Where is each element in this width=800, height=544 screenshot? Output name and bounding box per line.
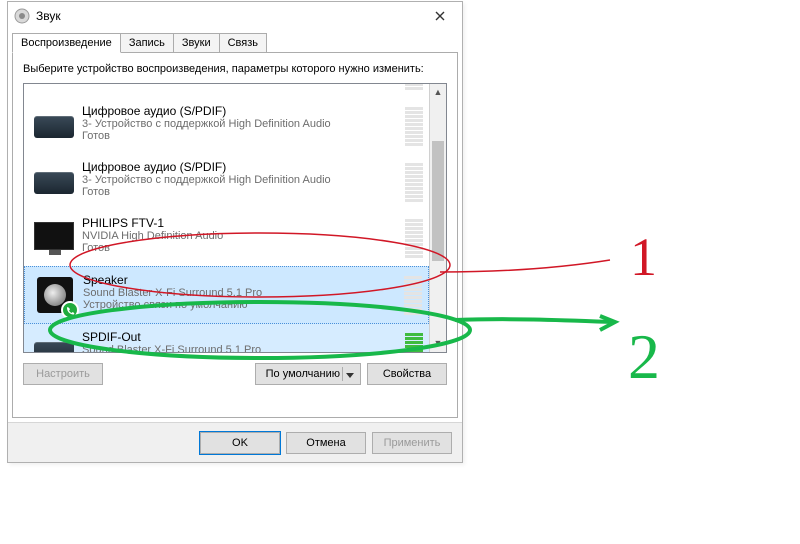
- device-icon-speaker: [33, 273, 77, 317]
- device-item[interactable]: Цифровое аудио (S/PDIF) 3- Устройство с …: [24, 98, 429, 154]
- device-item-default[interactable]: SPDIF-Out Sound Blaster X-Fi Surround 5.…: [24, 324, 429, 352]
- properties-button[interactable]: Свойства: [367, 363, 447, 385]
- device-item-selected[interactable]: Speaker Sound Blaster X-Fi Surround 5.1 …: [24, 266, 429, 324]
- device-status: Готов: [82, 242, 403, 254]
- sound-icon: [14, 8, 30, 24]
- device-icon-spdif: [32, 84, 76, 92]
- tab-panel-playback: Выберите устройство воспроизведения, пар…: [12, 52, 458, 418]
- titlebar[interactable]: Звук: [8, 2, 462, 30]
- device-icon-tv: [32, 216, 76, 260]
- level-meter: [405, 106, 423, 146]
- device-status: Готов: [82, 130, 403, 142]
- apply-button[interactable]: Применить: [372, 432, 452, 454]
- default-comm-badge-icon: [61, 301, 79, 319]
- device-name: Цифровое аудио (S/PDIF): [82, 160, 403, 174]
- device-name: Speaker: [83, 273, 402, 287]
- ok-button[interactable]: OK: [200, 432, 280, 454]
- scrollbar[interactable]: ▲ ▼: [429, 84, 446, 352]
- device-icon-spdif: [32, 160, 76, 204]
- scroll-down-icon[interactable]: ▼: [430, 335, 446, 352]
- device-status: Готов: [82, 84, 403, 86]
- tab-playback[interactable]: Воспроизведение: [12, 33, 121, 53]
- level-meter: [404, 275, 422, 315]
- device-sub: 3- Устройство с поддержкой High Definiti…: [82, 174, 403, 186]
- device-sub: Sound Blaster X-Fi Surround 5.1 Pro: [82, 344, 403, 352]
- device-item[interactable]: PHILIPS FTV-1 NVIDIA High Definition Aud…: [24, 210, 429, 266]
- device-sub: 3- Устройство с поддержкой High Definiti…: [82, 118, 403, 130]
- tab-recording[interactable]: Запись: [120, 33, 174, 53]
- instruction-text: Выберите устройство воспроизведения, пар…: [23, 63, 447, 77]
- set-default-button[interactable]: По умолчанию: [255, 363, 361, 385]
- cancel-button[interactable]: Отмена: [286, 432, 366, 454]
- tab-sounds[interactable]: Звуки: [173, 33, 220, 53]
- device-icon-spdif: [32, 330, 76, 352]
- level-meter: [405, 162, 423, 202]
- level-meter-active: [405, 332, 423, 352]
- close-button[interactable]: [420, 4, 460, 28]
- device-name: PHILIPS FTV-1: [82, 216, 403, 230]
- device-status: Устройство связи по умолчанию: [83, 299, 402, 311]
- configure-button[interactable]: Настроить: [23, 363, 103, 385]
- device-sub: Sound Blaster X-Fi Surround 5.1 Pro: [83, 287, 402, 299]
- scroll-thumb[interactable]: [432, 141, 444, 261]
- level-meter: [405, 218, 423, 258]
- scroll-up-icon[interactable]: ▲: [430, 84, 446, 101]
- device-icon-spdif: [32, 104, 76, 148]
- device-name: SPDIF-Out: [82, 330, 403, 344]
- tab-strip: Воспроизведение Запись Звуки Связь: [8, 30, 462, 52]
- tab-communications[interactable]: Связь: [219, 33, 267, 53]
- dialog-footer: OK Отмена Применить: [8, 422, 462, 462]
- device-status: Готов: [82, 186, 403, 198]
- level-meter: [405, 84, 423, 90]
- sound-dialog: Звук Воспроизведение Запись Звуки Связь …: [7, 1, 463, 463]
- scroll-track[interactable]: [430, 101, 446, 335]
- device-name: Цифровое аудио (S/PDIF): [82, 104, 403, 118]
- device-item[interactable]: Цифровое аудио (S/PDIF) 3- Устройство с …: [24, 84, 429, 98]
- window-title: Звук: [36, 9, 420, 23]
- device-list[interactable]: Цифровое аудио (S/PDIF) 3- Устройство с …: [23, 83, 447, 353]
- device-item[interactable]: Цифровое аудио (S/PDIF) 3- Устройство с …: [24, 154, 429, 210]
- device-sub: NVIDIA High Definition Audio: [82, 230, 403, 242]
